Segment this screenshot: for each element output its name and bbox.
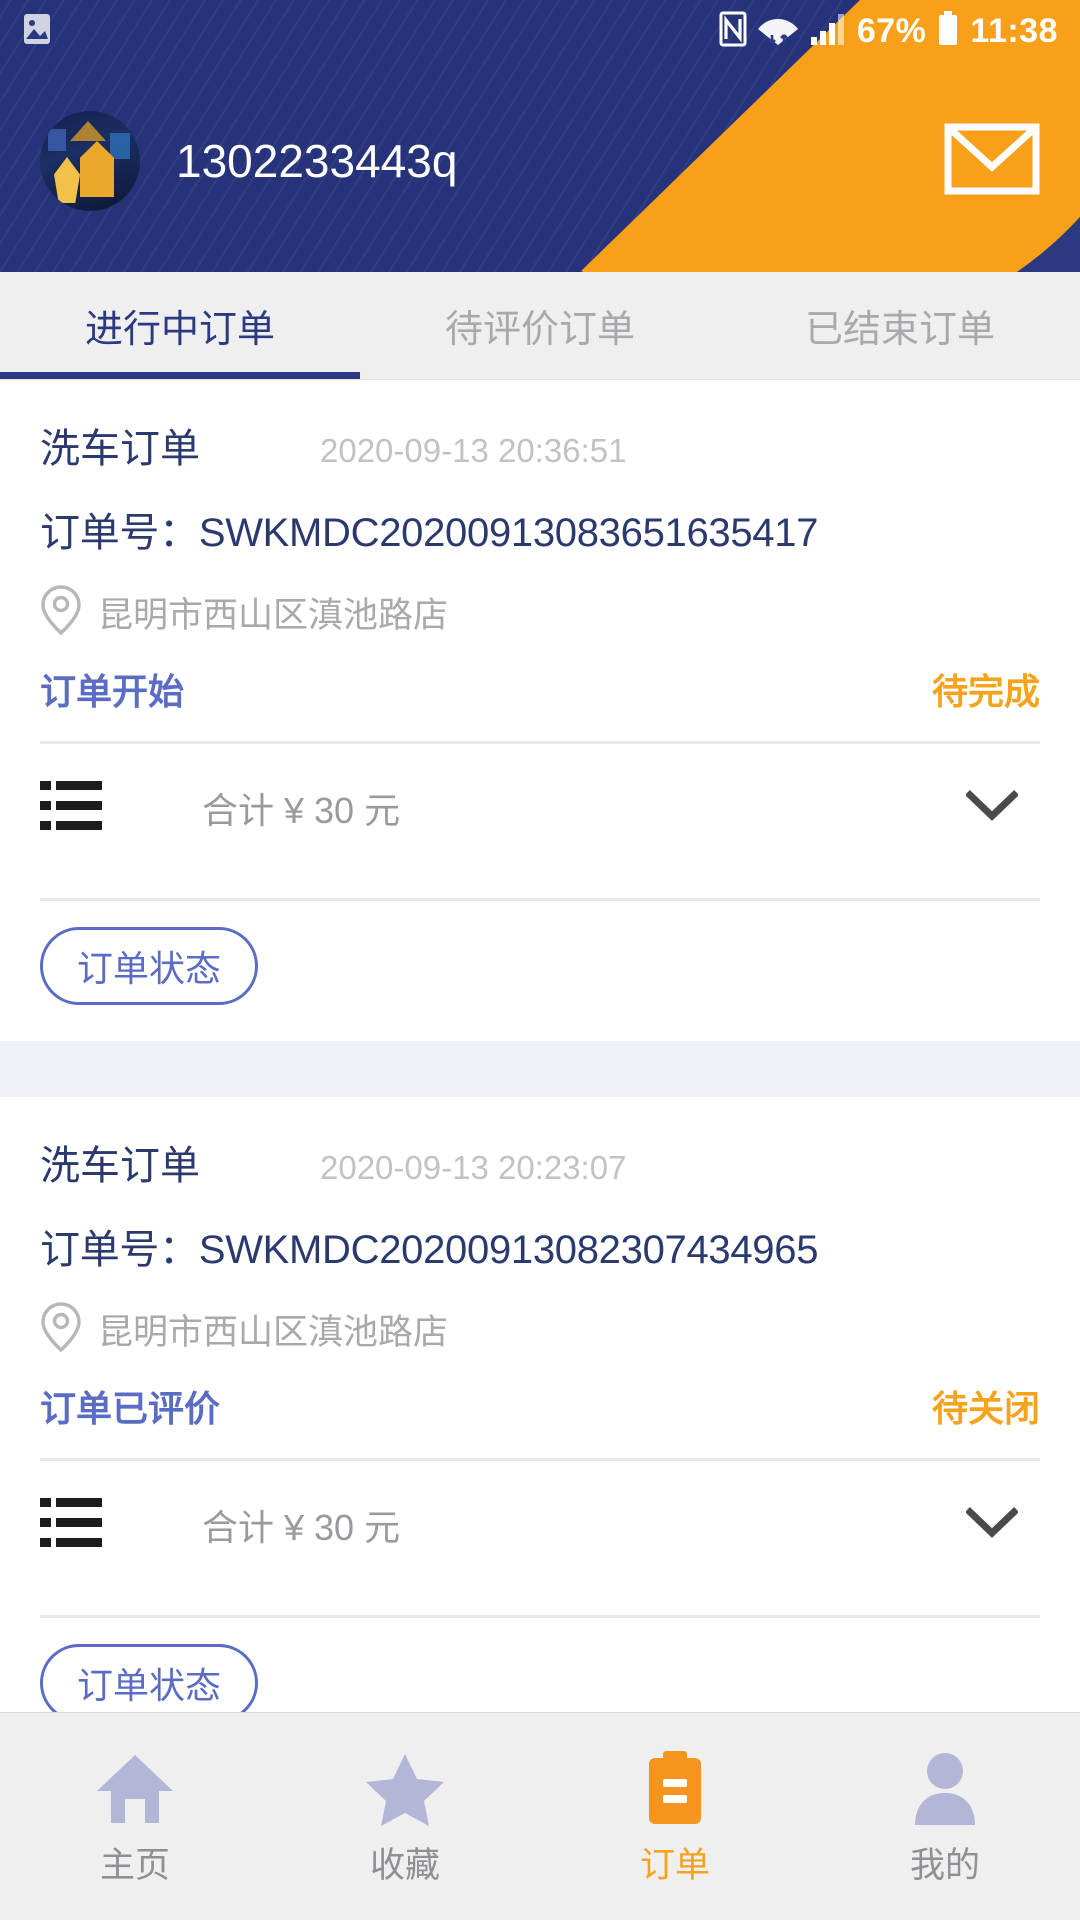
- order-total-label: 合计 ¥ 30 元: [202, 1507, 401, 1548]
- username-label: 1302233443q: [176, 135, 458, 187]
- wifi-icon: [757, 11, 799, 52]
- card-separator: [0, 1041, 1080, 1097]
- status-bar-left: [22, 12, 52, 51]
- status-bar-right: 67% 11:38: [719, 10, 1058, 52]
- star-icon: [363, 1751, 447, 1832]
- order-progress-label: 订单已评价: [40, 1388, 221, 1429]
- order-number-row: 订单号：SWKMDC20200913082307434965: [40, 1217, 1040, 1275]
- battery-percent-label: 67%: [856, 12, 927, 50]
- nav-label: 主页: [99, 1845, 170, 1885]
- status-badge: 待完成: [931, 671, 1040, 712]
- nav-item-home[interactable]: 主页: [0, 1751, 270, 1883]
- app-header: 67% 11:38 1302233443q: [0, 0, 1080, 272]
- tab-finished-orders[interactable]: 已结束订单: [720, 272, 1080, 379]
- order-time-label: 2020-09-13 20:36:51: [320, 432, 627, 469]
- order-status-button[interactable]: 订单状态: [40, 1644, 259, 1722]
- tab-label: 进行中订单: [84, 309, 275, 351]
- order-list: 洗车订单 2020-09-13 20:36:51 订单号：SWKMDC20200…: [0, 380, 1080, 1758]
- app-root: 67% 11:38 1302233443q 进行中订单 待评价订单 已结束订单 …: [0, 0, 1080, 1920]
- order-number-row: 订单号：SWKMDC20200913083651635417: [40, 500, 1040, 558]
- nav-item-orders[interactable]: 订单: [540, 1750, 810, 1885]
- bottom-navigation: 主页 收藏 订单 我的: [0, 1712, 1080, 1920]
- location-label: 昆明市西山区滇池路店: [98, 596, 449, 635]
- order-total-row[interactable]: 合计 ¥ 30 元: [40, 744, 1040, 872]
- order-number-prefix: 订单号：: [40, 1228, 199, 1272]
- order-actions-row: 订单状态: [40, 901, 1040, 1041]
- list-icon: [40, 1496, 102, 1555]
- status-badge: 待关闭: [931, 1388, 1040, 1429]
- order-time-label: 2020-09-13 20:23:07: [320, 1149, 627, 1186]
- order-status-row: 订单已评价 待关闭: [40, 1380, 1040, 1432]
- home-icon: [93, 1751, 177, 1832]
- order-location-row: 昆明市西山区滇池路店: [40, 584, 1040, 641]
- nav-item-favorites[interactable]: 收藏: [270, 1751, 540, 1883]
- nav-item-profile[interactable]: 我的: [810, 1751, 1080, 1883]
- mail-button[interactable]: [944, 123, 1040, 200]
- order-status-row: 订单开始 待完成: [40, 663, 1040, 715]
- tab-label: 已结束订单: [804, 309, 995, 351]
- clipboard-icon: [633, 1750, 717, 1832]
- order-progress-label: 订单开始: [40, 671, 185, 712]
- location-label: 昆明市西山区滇池路店: [98, 1313, 449, 1352]
- order-status-button[interactable]: 订单状态: [40, 927, 259, 1005]
- order-location-row: 昆明市西山区滇池路店: [40, 1301, 1040, 1358]
- image-icon: [22, 12, 52, 51]
- order-card[interactable]: 洗车订单 2020-09-13 20:23:07 订单号：SWKMDC20200…: [0, 1097, 1080, 1758]
- battery-icon: [936, 10, 960, 52]
- list-icon: [40, 779, 102, 838]
- clock-label: 11:38: [970, 12, 1058, 50]
- tab-ongoing-orders[interactable]: 进行中订单: [0, 272, 360, 379]
- order-type-label: 洗车订单: [40, 427, 200, 471]
- mail-icon: [944, 123, 1040, 200]
- chevron-down-icon[interactable]: [965, 789, 1019, 827]
- order-total-label: 合计 ¥ 30 元: [202, 790, 401, 831]
- signal-icon: [809, 11, 847, 52]
- order-tabs: 进行中订单 待评价订单 已结束订单: [0, 272, 1080, 380]
- nav-label: 我的: [909, 1845, 980, 1885]
- avatar[interactable]: [40, 111, 140, 211]
- location-pin-icon: [40, 584, 82, 641]
- nav-label: 收藏: [369, 1845, 440, 1885]
- order-total-row[interactable]: 合计 ¥ 30 元: [40, 1461, 1040, 1589]
- chevron-down-icon[interactable]: [965, 1506, 1019, 1544]
- order-type-label: 洗车订单: [40, 1144, 200, 1188]
- order-number-prefix: 订单号：: [40, 511, 199, 555]
- status-bar: 67% 11:38: [0, 0, 1080, 62]
- order-card[interactable]: 洗车订单 2020-09-13 20:36:51 订单号：SWKMDC20200…: [0, 380, 1080, 1041]
- tab-label: 待评价订单: [444, 309, 635, 351]
- order-number-value: SWKMDC20200913083651635417: [198, 511, 819, 555]
- user-row: 1302233443q: [0, 96, 1080, 226]
- location-pin-icon: [40, 1301, 82, 1358]
- order-header-row: 洗车订单 2020-09-13 20:23:07: [40, 1133, 1040, 1191]
- order-header-row: 洗车订单 2020-09-13 20:36:51: [40, 416, 1040, 474]
- nfc-icon: [719, 11, 747, 52]
- nav-label: 订单: [639, 1845, 710, 1885]
- order-number-value: SWKMDC20200913082307434965: [198, 1228, 819, 1272]
- tab-pending-review-orders[interactable]: 待评价订单: [360, 272, 720, 379]
- person-icon: [903, 1751, 987, 1832]
